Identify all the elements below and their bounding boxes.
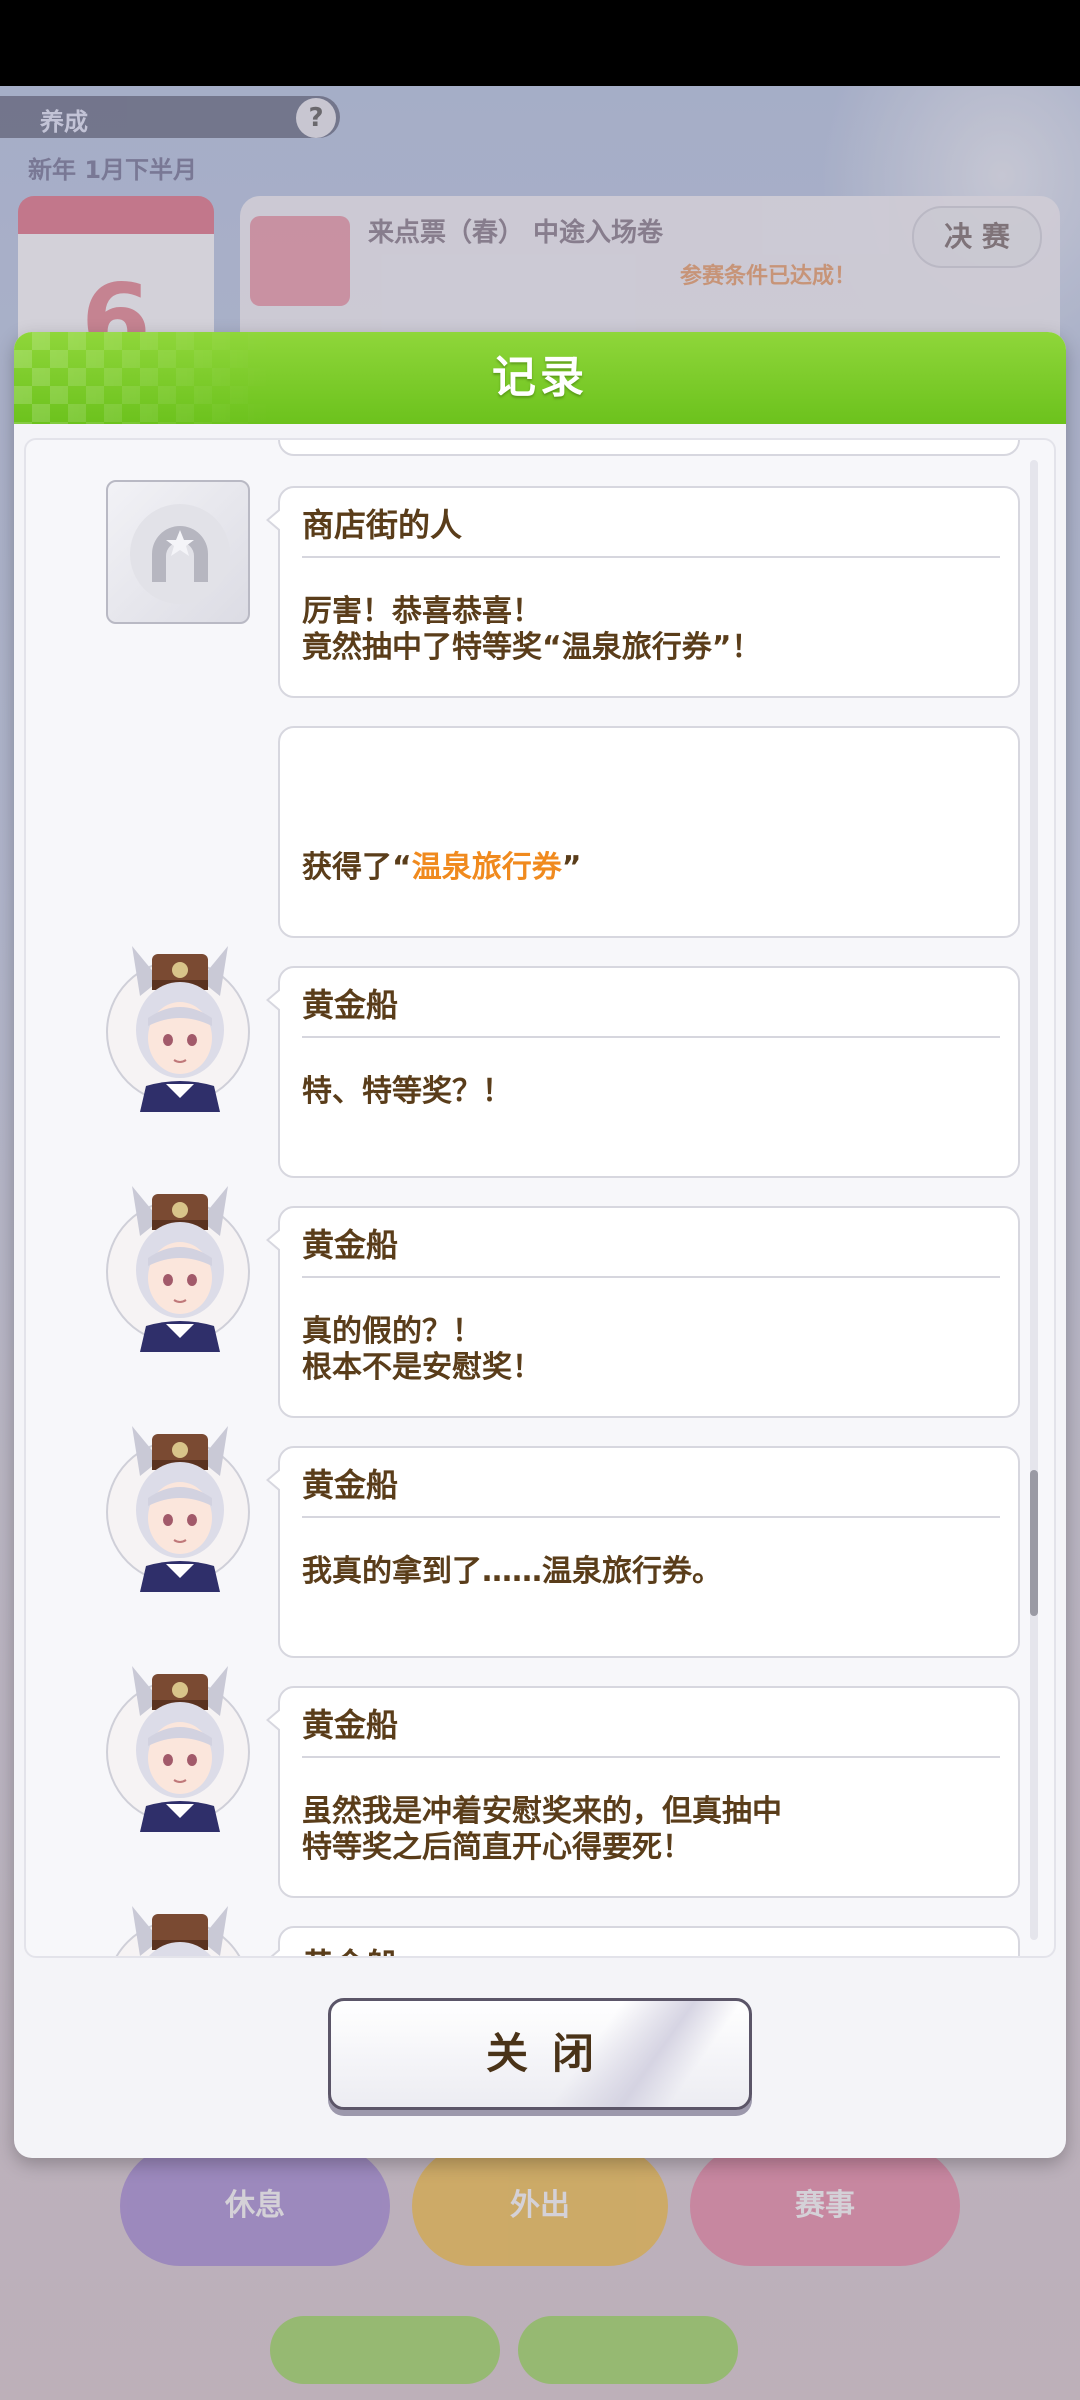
gold-ship-portrait: [132, 1906, 228, 1956]
log-entry-partial-bottom: 黄金船: [266, 1926, 1020, 1956]
gold-ship-avatar: [106, 1426, 250, 1592]
entry-divider: [302, 1276, 1000, 1278]
log-scroll-content: 商店街的人 厉害！恭喜恭喜！ 竟然抽中了特等奖“温泉旅行券”！ 获得了“温泉旅行…: [26, 440, 1054, 1956]
log-entry: 商店街的人 厉害！恭喜恭喜！ 竟然抽中了特等奖“温泉旅行券”！: [266, 486, 1020, 698]
gold-ship-avatar: [106, 1666, 250, 1832]
gold-ship-portrait: [132, 1666, 228, 1832]
close-button[interactable]: 关闭: [328, 1998, 752, 2110]
dialog-header: 记录: [14, 332, 1066, 424]
log-entry: 黄金船 虽然我是冲着安慰奖来的，但真抽中 特等奖之后简直开心得要死！: [266, 1686, 1020, 1898]
log-dialog: 记录 商店街的人 厉害！恭喜恭喜！ 竟然抽中了特等奖“温泉旅行券”！ 获得了“温…: [14, 332, 1066, 2158]
gold-ship-portrait: [132, 1186, 228, 1352]
speaker-name: 黄金船: [302, 1706, 399, 1744]
entry-divider: [302, 1516, 1000, 1518]
status-bar: [0, 0, 1080, 86]
speaker-name: 黄金船: [302, 986, 399, 1024]
gold-ship-portrait: [132, 946, 228, 1112]
gold-ship-avatar: [106, 1906, 250, 1956]
obtained-item-name: 温泉旅行券: [411, 850, 562, 885]
gold-ship-portrait: [132, 1426, 228, 1592]
obtained-prefix: 获得了“: [302, 850, 412, 885]
speaker-name: 黄金船: [302, 1466, 399, 1504]
entry-divider: [302, 556, 1000, 558]
entry-divider: [302, 1756, 1000, 1758]
scrollbar-thumb[interactable]: [1030, 1470, 1038, 1616]
speaker-name: 黄金船: [302, 1940, 398, 1956]
entry-divider: [302, 1036, 1000, 1038]
close-button-label: 关闭: [485, 2029, 618, 2078]
entry-message: 特、特等奖？！: [302, 1074, 512, 1109]
entry-message: 获得了“温泉旅行券”: [302, 814, 1002, 886]
obtained-suffix: ”: [561, 850, 582, 885]
log-entry-item-obtained: 获得了“温泉旅行券”: [278, 726, 1020, 938]
gold-ship-avatar: [106, 946, 250, 1112]
entry-message: 虽然我是冲着安慰奖来的，但真抽中 特等奖之后简直开心得要死！: [302, 1794, 782, 1865]
entry-message: 我真的拿到了……温泉旅行券。: [302, 1554, 722, 1589]
entry-message: 真的假的？！ 根本不是安慰奖！: [302, 1314, 542, 1385]
speaker-name: 黄金船: [302, 1226, 399, 1264]
speaker-name: 商店街的人: [302, 506, 463, 544]
log-entry-partial-top: [278, 440, 1020, 456]
dialog-title: 记录: [492, 352, 588, 403]
horseshoe-placeholder-icon: [130, 504, 230, 604]
avatar-placeholder: [106, 480, 250, 624]
gold-ship-avatar: [106, 1186, 250, 1352]
log-entry: 黄金船 特、特等奖？！: [266, 966, 1020, 1178]
log-list[interactable]: 商店街的人 厉害！恭喜恭喜！ 竟然抽中了特等奖“温泉旅行券”！ 获得了“温泉旅行…: [24, 438, 1056, 1958]
log-entry: 黄金船 我真的拿到了……温泉旅行券。: [266, 1446, 1020, 1658]
scrollbar-track[interactable]: [1030, 460, 1038, 1940]
log-entry: 黄金船 真的假的？！ 根本不是安慰奖！: [266, 1206, 1020, 1418]
entry-message: 厉害！恭喜恭喜！ 竟然抽中了特等奖“温泉旅行券”！: [302, 594, 762, 665]
